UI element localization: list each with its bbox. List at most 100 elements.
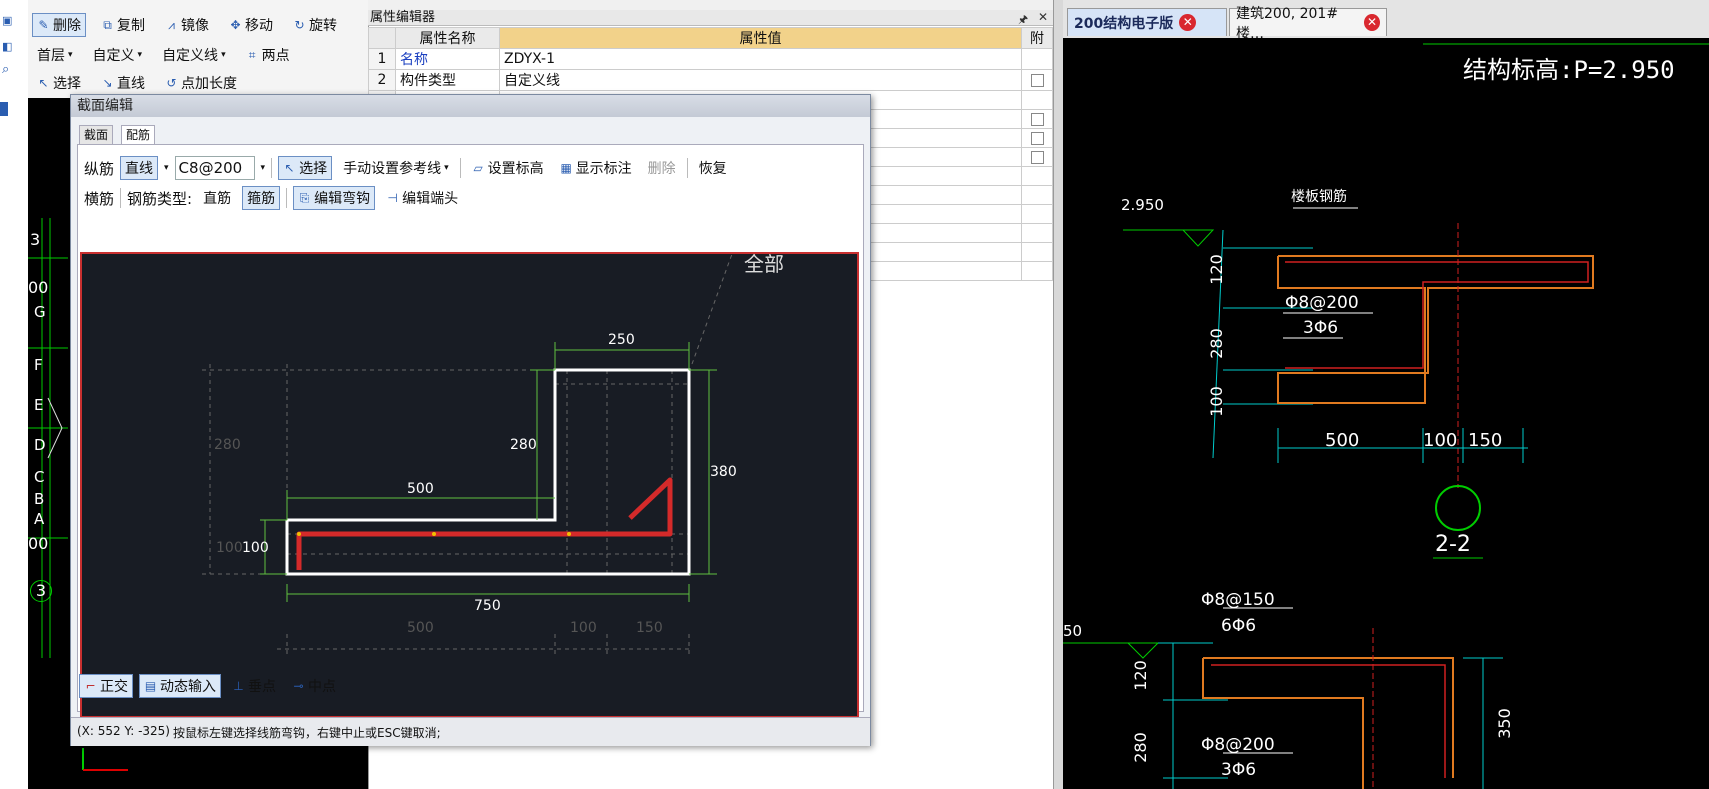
- status-message: 按鼠标左键选择线筋弯钩，右键中止或ESC键取消;: [173, 726, 441, 740]
- dim-label: 100: [1206, 386, 1226, 417]
- straight-bar-button[interactable]: 直筋: [198, 186, 236, 210]
- section-drawing-canvas[interactable]: 250 280 280 380 500 100 100 750 500 100 …: [80, 252, 859, 718]
- dim-label: 150: [1468, 430, 1503, 451]
- ortho-toggle[interactable]: ⌐ 正交: [79, 674, 133, 698]
- stirrup-button[interactable]: 箍筋: [242, 186, 281, 210]
- tool-icon[interactable]: ▣: [2, 14, 22, 28]
- ghost-dim-label: 150: [636, 620, 663, 636]
- rotate-button[interactable]: ↻ 旋转: [288, 13, 342, 37]
- chevron-down-icon: ▾: [221, 50, 226, 60]
- attach-checkbox[interactable]: [1030, 150, 1044, 164]
- attach-cell: [1021, 109, 1053, 129]
- tab-section[interactable]: 截面: [79, 125, 114, 145]
- end-icon: ⊣: [387, 190, 398, 205]
- property-name: 名称: [395, 48, 500, 70]
- custom-line-select[interactable]: 自定义线 ▾: [157, 43, 231, 67]
- dim-label: 500: [1325, 430, 1360, 451]
- reference-drawing-canvas[interactable]: 结构标高:P=2.950 2.950 楼板钢筋 Φ8@200 3Φ6 120 2…: [1063, 38, 1709, 789]
- attach-cell: [1021, 147, 1053, 167]
- rebar-sub-label: 3Φ6: [1221, 760, 1257, 780]
- attach-checkbox[interactable]: [1030, 73, 1044, 87]
- chevron-down-icon: ▾: [137, 50, 143, 60]
- axis-label: 00: [28, 278, 49, 297]
- chevron-down-icon[interactable]: ▾: [261, 163, 266, 173]
- property-value[interactable]: 自定义线: [499, 69, 1022, 91]
- midpoint-snap[interactable]: ⊸ 中点: [287, 674, 341, 698]
- attach-checkbox[interactable]: [1030, 131, 1044, 145]
- select-button[interactable]: ↖ 选择: [278, 156, 333, 180]
- perpendicular-snap[interactable]: ⊥ 垂点: [227, 674, 281, 698]
- separator: [286, 188, 288, 208]
- table-row[interactable]: 1 名称 ZDYX-1: [368, 48, 1053, 70]
- section-detail-drawing: [1063, 43, 1709, 789]
- rebar-label: Φ8@150: [1201, 590, 1275, 610]
- rebar-label: Φ8@200: [1201, 735, 1275, 755]
- bar-type-label: 钢筋类型:: [127, 189, 193, 208]
- line-tool-button[interactable]: ↘ 直线: [96, 71, 150, 95]
- perpendicular-icon: ⊥: [233, 678, 244, 693]
- separator: [686, 158, 688, 178]
- midpoint-icon: ⊸: [293, 678, 304, 693]
- reinforcement-panel: 纵筋 直线 ▾ C8@200 ▾ ↖ 选择 手动设置参考线 ▾ ⏥ 设置标高 ▦ 显示标…: [77, 144, 864, 718]
- row-number: 1: [368, 48, 396, 70]
- selection-marker: [0, 102, 8, 116]
- tab-structure-doc[interactable]: 200结构电子版 ✕: [1067, 8, 1227, 36]
- dim-label: 250: [608, 332, 635, 348]
- dim-label: 380: [710, 464, 737, 480]
- dynamic-input-toggle[interactable]: ▤ 动态输入: [139, 674, 221, 698]
- floor-select[interactable]: 首层 ▾: [32, 43, 78, 67]
- draw-toolbar-panel: ✎ 删除 ⧉ 复制 ⩘ 镜像 ✥ 移动 ↻ 旋转 首层 ▾ 自定义 ▾ 自定义线 ▾ ⌗ 两点 ↖…: [28, 0, 368, 99]
- property-value[interactable]: ZDYX-1: [499, 48, 1022, 70]
- delete-button[interactable]: ✎ 删除: [32, 13, 86, 37]
- set-elevation-button[interactable]: ⏥ 设置标高: [467, 156, 549, 180]
- property-name: 构件类型: [395, 69, 500, 91]
- layer-icon[interactable]: ◧: [2, 40, 22, 54]
- move-button[interactable]: ✥ 移动: [224, 13, 278, 37]
- select-tool-button[interactable]: ↖ 选择: [32, 71, 86, 95]
- ghost-dim-label: 500: [407, 620, 434, 636]
- move-icon: ✥: [230, 17, 241, 32]
- delete-button[interactable]: 删除: [643, 156, 681, 180]
- chevron-down-icon: ▾: [444, 163, 449, 173]
- point-length-button[interactable]: ↺ 点加长度: [160, 71, 242, 95]
- dim-label: 120: [1130, 660, 1150, 691]
- tab-building-doc[interactable]: 建筑200, 201#楼… ✕: [1229, 6, 1387, 42]
- edit-hook-button[interactable]: ⎘ 编辑弯钩: [293, 186, 376, 210]
- header-name: 属性名称: [395, 27, 500, 49]
- property-editor-title: 属性编辑器: [368, 10, 1053, 26]
- attach-cell: [1021, 90, 1053, 110]
- restore-button[interactable]: 恢复: [694, 156, 732, 180]
- copy-button[interactable]: ⧉ 复制: [96, 13, 150, 37]
- close-icon[interactable]: ✕: [1038, 10, 1048, 24]
- mirror-button[interactable]: ⩘ 镜像: [160, 13, 214, 37]
- attach-cell: [1021, 128, 1053, 148]
- table-row[interactable]: 2 构件类型 自定义线: [368, 69, 1053, 91]
- section-editor-dialog: 截面编辑 截面 配筋 纵筋 直线 ▾ C8@200 ▾ ↖ 选择 手动设置参考线 ▾…: [70, 94, 871, 746]
- separator: [271, 158, 273, 178]
- axis-label: C: [34, 468, 45, 486]
- manual-ref-line-select[interactable]: 手动设置参考线 ▾: [338, 156, 454, 180]
- chevron-down-icon[interactable]: ▾: [164, 163, 169, 173]
- tab-reinforcement[interactable]: 配筋: [121, 125, 156, 145]
- section-label: 2-2: [1435, 532, 1471, 557]
- rebar-sub-label: 6Φ6: [1221, 616, 1257, 636]
- document-tabs: 200结构电子版 ✕ 建筑200, 201#楼… ✕: [1063, 0, 1709, 42]
- custom-type-select[interactable]: 自定义 ▾: [88, 43, 148, 67]
- edit-end-button[interactable]: ⊣ 编辑端头: [381, 186, 463, 210]
- ghost-dim-label: 100: [570, 620, 597, 636]
- close-icon[interactable]: ✕: [1179, 14, 1197, 31]
- level-label: 50: [1063, 622, 1083, 640]
- line-mode-button[interactable]: 直线: [120, 156, 159, 180]
- ghost-dim-label: 280: [214, 437, 241, 453]
- dim-label: 280: [1206, 328, 1226, 359]
- search-icon[interactable]: ⌕: [2, 62, 22, 78]
- separator: [459, 158, 461, 178]
- two-points-button[interactable]: ⌗ 两点: [241, 43, 295, 67]
- corner-text: 全部: [744, 252, 784, 276]
- close-icon[interactable]: ✕: [1364, 14, 1380, 31]
- copy-icon: ⧉: [103, 17, 112, 32]
- elevation-label: 结构标高:P=2.950: [1463, 56, 1675, 84]
- attach-checkbox[interactable]: [1030, 112, 1044, 126]
- rebar-spec-select[interactable]: C8@200: [174, 156, 255, 180]
- show-dimension-button[interactable]: ▦ 显示标注: [555, 156, 637, 180]
